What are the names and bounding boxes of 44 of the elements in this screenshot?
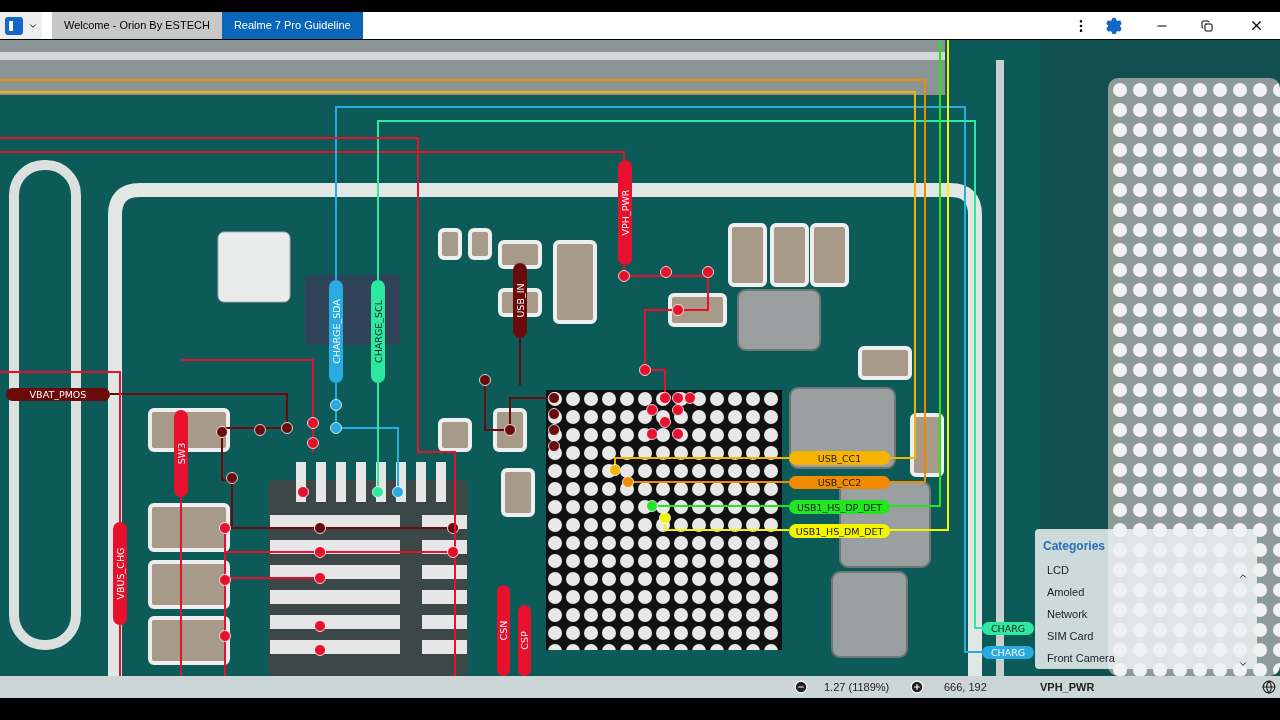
zoom-out-icon[interactable] (794, 680, 808, 694)
capacitor (468, 228, 492, 260)
tab[interactable]: Realme 7 Pro Guideline (221, 12, 363, 39)
capacitor (498, 240, 542, 269)
category-item[interactable]: Amoled (1043, 581, 1237, 603)
capacitor (858, 346, 912, 380)
net-label[interactable]: CHARGE_SCL (371, 280, 385, 383)
net-label[interactable]: CHARG (982, 622, 1034, 635)
globe-icon[interactable] (1262, 680, 1276, 694)
net-label[interactable]: USB_IN (513, 263, 527, 338)
net-label[interactable]: VBAT_PMOS (6, 388, 110, 401)
tab[interactable]: Welcome - Orion By ESTECH (52, 12, 222, 39)
net-label[interactable]: CSP (518, 605, 531, 676)
category-item[interactable]: Front Camera (1043, 647, 1237, 669)
cursor-coordinates: 666, 192 (944, 679, 988, 695)
net-label[interactable]: VBUS_CHG (113, 522, 127, 625)
capacitor (728, 223, 767, 287)
net-label[interactable]: USB_CC2 (789, 476, 890, 489)
settings-icon[interactable] (1105, 16, 1123, 35)
capacitor (438, 418, 472, 452)
capacitor (668, 293, 727, 327)
capacitor (770, 223, 809, 287)
capacitor (501, 468, 535, 517)
net-label[interactable]: USB1_HS_DM_DET (789, 524, 890, 538)
zoom-level: 1.27 (1189%) (824, 679, 891, 695)
category-item[interactable]: Network (1043, 603, 1237, 625)
net-label[interactable]: SW3 (174, 410, 188, 497)
restore-icon[interactable] (1201, 19, 1213, 32)
capacitor (810, 223, 849, 287)
zoom-in-icon[interactable] (910, 680, 924, 694)
category-item[interactable]: SIM Card (1043, 625, 1237, 647)
net-label[interactable]: USB1_HS_DP_DET (789, 500, 890, 514)
app-icon (4, 15, 24, 36)
net-name: VPH_PWR (1040, 679, 1095, 695)
categories-title: Categories (1043, 538, 1107, 555)
net-label[interactable]: USB_CC1 (789, 451, 890, 465)
scroll-up-icon[interactable] (1238, 571, 1248, 581)
scroll-down-icon[interactable] (1238, 659, 1248, 669)
app-menu-button[interactable] (0, 12, 42, 39)
net-label[interactable]: VPH_PWR (618, 160, 632, 265)
close-icon[interactable] (1249, 18, 1264, 33)
net-label[interactable]: CSN (497, 585, 510, 676)
capacitor (438, 228, 462, 260)
category-item[interactable]: LCD (1043, 559, 1237, 581)
